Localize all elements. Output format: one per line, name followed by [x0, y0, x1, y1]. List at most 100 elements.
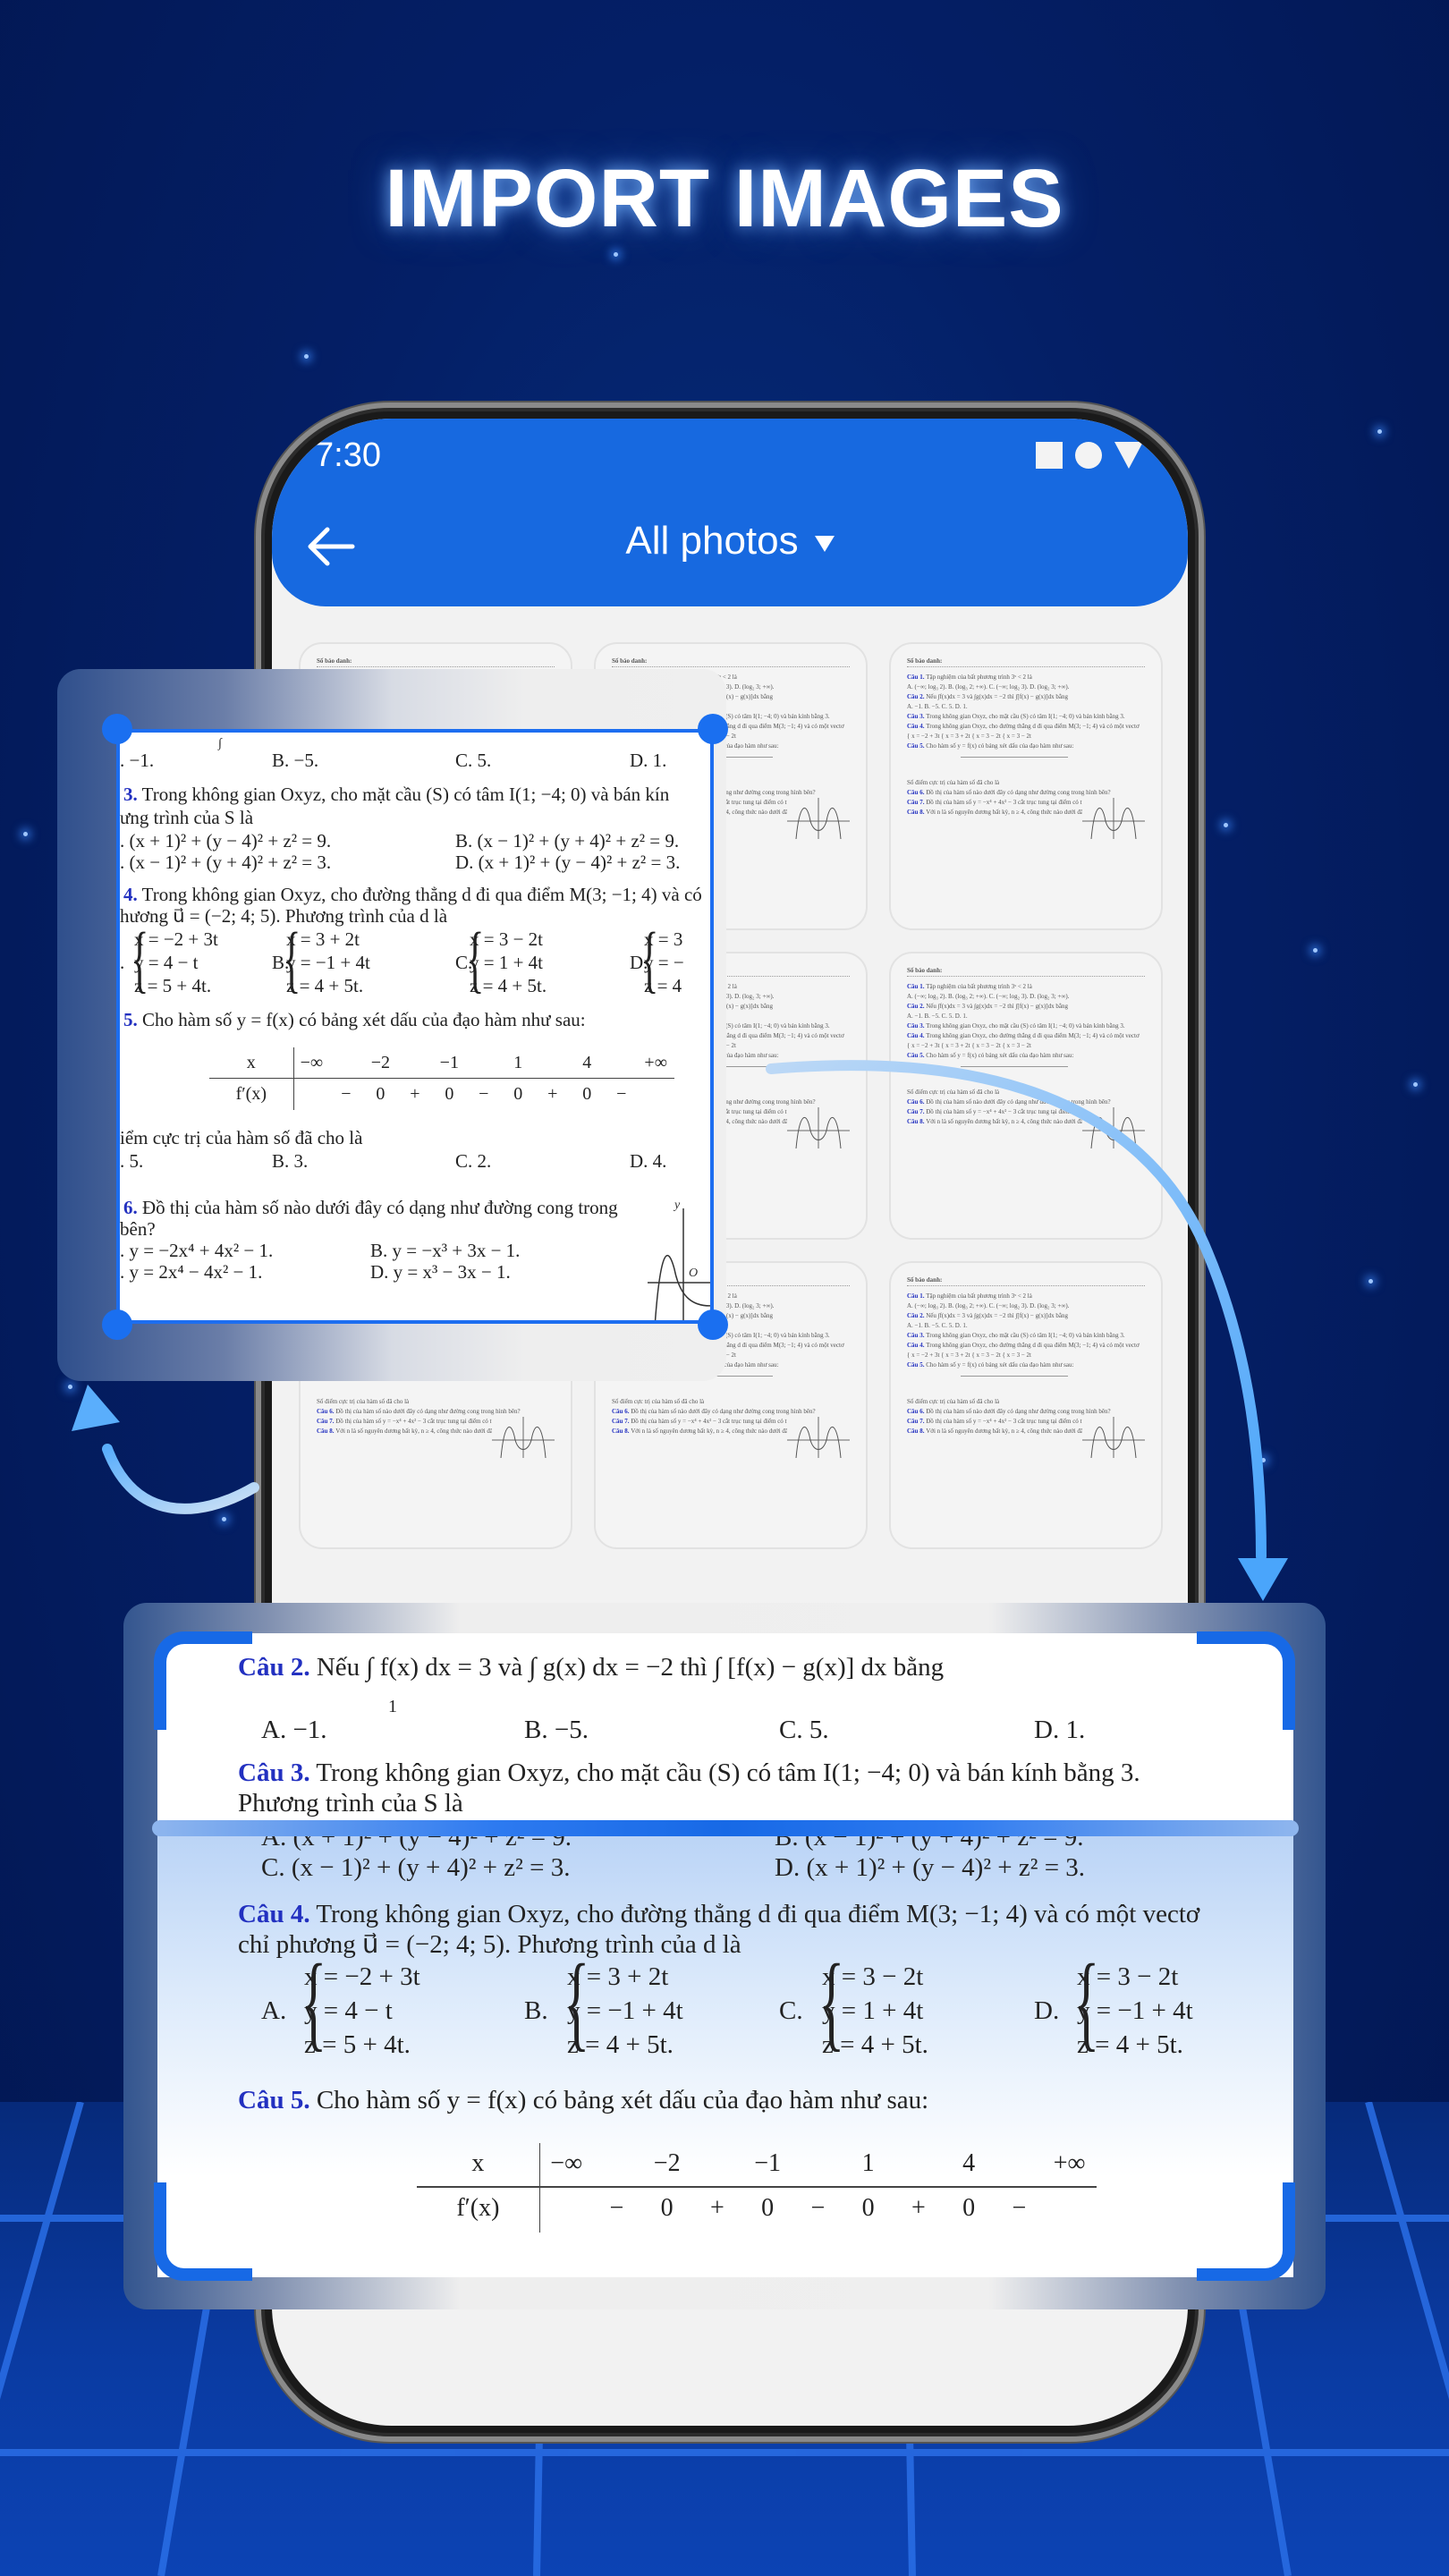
thumbnail-line: Câu 8. Với n là số nguyên dương bất kỳ, … — [317, 1428, 492, 1435]
thumbnail-line: Câu 8. Với n là số nguyên dương bất kỳ, … — [907, 1118, 1082, 1125]
thumbnail-line: Câu 7. Đồ thị của hàm số y = −x⁴ + 4x² −… — [907, 1108, 1082, 1115]
thumbnail-question-label: Câu 2. — [907, 1003, 927, 1010]
thumbnail-header: Số báo danh: — [317, 657, 555, 667]
thumbnail-line: Câu 5. Cho hàm số y = f(x) có bảng xét d… — [907, 742, 1074, 750]
crop-q4-number: 4. — [123, 884, 138, 905]
crop-q3-opt: B. (x − 1)² + (y + 4)² + z² = 9. — [455, 830, 680, 852]
photo-thumbnail[interactable]: Số báo danh: Câu 1. Tập nghiệm của bất ph… — [889, 952, 1163, 1240]
table-divider — [209, 1077, 674, 1080]
table-sign-value: 0 — [513, 1083, 523, 1104]
thumbnail-question-label: Câu 8. — [907, 809, 927, 816]
crop-q2-opt: . −1. — [120, 750, 155, 771]
thumbnail-line: Câu 7. Đồ thị của hàm số y = −x⁴ + 4x² −… — [317, 1418, 492, 1425]
table-x-value: 1 — [861, 2149, 875, 2177]
crop-handle-bottom-left[interactable] — [102, 1309, 132, 1340]
equation-line: x = −2 + 3t — [134, 928, 218, 950]
thumbnail-graph — [787, 1107, 850, 1149]
table-sign-value: − — [341, 1083, 352, 1104]
crop-handle-top-left[interactable] — [102, 714, 132, 744]
equation-line: x = 3 + 2t — [567, 1962, 669, 1991]
crop-handle-bottom-right[interactable] — [698, 1309, 728, 1340]
thumbnail-question-label: Câu 1. — [907, 1292, 927, 1300]
table-x-value: −2 — [653, 2149, 681, 2177]
scan-corner-top-right[interactable] — [1197, 1631, 1295, 1730]
crop-q4-text: Trong không gian Oxyz, cho đường thẳng d… — [141, 884, 702, 905]
table-sign-value: + — [547, 1083, 558, 1104]
crop-handle-top-right[interactable] — [698, 714, 728, 744]
scan-corner-top-left[interactable] — [154, 1631, 252, 1730]
equation-line: y = 4 − t — [304, 1996, 393, 2025]
table-divider — [417, 2186, 1097, 2188]
table-x-value: −2 — [370, 1052, 390, 1072]
thumbnail-line: Câu 4. Trong không gian Oxyz, cho đường … — [907, 723, 1140, 730]
equation-line: z = 4 + 5t. — [822, 2030, 928, 2059]
status-icons — [1036, 442, 1143, 469]
thumbnail-line: Câu 7. Đồ thị của hàm số y = −x⁴ + 4x² −… — [907, 799, 1082, 806]
thumbnail-question-label: Câu 1. — [907, 674, 927, 681]
thumbnail-line: Số điểm cực trị của hàm số đã cho là — [907, 1089, 1000, 1096]
table-sign-value: + — [911, 2194, 926, 2222]
thumbnail-sign-table — [961, 1376, 1068, 1392]
table-x-value: −1 — [439, 1052, 459, 1072]
thumbnail-line: Câu 1. Tập nghiệm của bất phương trình 3… — [907, 983, 1032, 990]
photo-thumbnail[interactable]: Số báo danh: Câu 1. Tập nghiệm của bất ph… — [889, 1261, 1163, 1549]
equation-line: x = −2 + 3t — [304, 1962, 420, 1991]
thumbnail-line: Câu 6. Đồ thị của hàm số nào dưới đây có… — [317, 1408, 521, 1415]
table-x-value: −∞ — [550, 2149, 583, 2177]
caret-down-icon — [814, 536, 835, 552]
thumbnail-line: Câu 3. Trong không gian Oxyz, cho mặt cầ… — [907, 1022, 1125, 1030]
thumbnail-line: Số điểm cực trị của hàm số đã cho là — [317, 1398, 410, 1405]
table-x-value: 4 — [962, 2149, 976, 2177]
table-sign-value: 0 — [376, 1083, 386, 1104]
table-x-value: +∞ — [644, 1052, 667, 1072]
photo-thumbnail[interactable]: Số báo danh: Câu 1. Tập nghiệm của bất ph… — [889, 642, 1163, 930]
table-x-value: −∞ — [300, 1052, 324, 1072]
option-label: C. — [779, 1996, 803, 2025]
star-decoration — [68, 1385, 72, 1389]
thumbnail-line: Câu 2. Nếu ∫f(x)dx = 3 và ∫g(x)dx = −2 t… — [907, 693, 1068, 700]
thumbnail-question-label: Câu 8. — [907, 1428, 927, 1435]
scan-q4-label: Câu 4. — [238, 1900, 310, 1928]
equation-line: x = 3 − 2t — [470, 928, 544, 950]
table-sign-value: − — [1012, 2194, 1027, 2222]
scan-q2-text: Nếu ∫ f(x) dx = 3 và ∫ g(x) dx = −2 thì … — [316, 1653, 945, 1682]
thumbnail-line: A. −1. B. −5. C. 5. D. 1. — [907, 1013, 968, 1020]
table-sign-value: 0 — [445, 1083, 454, 1104]
scan-q5-text: Cho hàm số y = f(x) có bảng xét dấu của … — [316, 2086, 929, 2114]
equation-line: z = 4 + 5t. — [286, 975, 364, 996]
thumbnail-header: Số báo danh: — [907, 966, 1145, 977]
thumbnail-line: Câu 2. Nếu ∫f(x)dx = 3 và ∫g(x)dx = −2 t… — [907, 1312, 1068, 1319]
thumbnail-line: Câu 3. Trong không gian Oxyz, cho mặt cầ… — [907, 713, 1125, 720]
thumbnail-question-label: Câu 5. — [907, 1361, 927, 1368]
graph-y-label: y — [673, 1199, 681, 1212]
table-sign-value: 0 — [660, 2194, 674, 2222]
scan-q3-text: Trong không gian Oxyz, cho mặt cầu (S) c… — [316, 1758, 1140, 1787]
thumbnail-line: Câu 1. Tập nghiệm của bất phương trình 3… — [907, 1292, 1032, 1300]
star-decoration — [222, 1517, 226, 1521]
star-decoration — [1313, 948, 1318, 953]
thumbnail-question-label: Câu 6. — [612, 1408, 631, 1415]
crop-q6-text: Đồ thị của hàm số nào dưới đây có dạng n… — [142, 1197, 618, 1218]
thumbnail-line: A. −1. B. −5. C. 5. D. 1. — [907, 703, 968, 710]
sign-table: x f′(x) −∞ −2 −1 1 4 +∞ −0 +0−0 +0− — [209, 1047, 674, 1110]
album-dropdown[interactable]: All photos — [272, 519, 1188, 564]
thumbnail-question-label: Câu 6. — [907, 1098, 927, 1106]
thumbnail-line: Câu 6. Đồ thị của hàm số nào dưới đây có… — [612, 1408, 816, 1415]
scan-q4-text: Trong không gian Oxyz, cho đường thẳng d… — [316, 1900, 1200, 1928]
app-bar: 7:30 All photos — [272, 419, 1188, 606]
thumbnail-question-label: Câu 5. — [907, 742, 927, 750]
scan-corner-bottom-left[interactable] — [154, 2182, 252, 2281]
scan-corner-bottom-right[interactable] — [1197, 2182, 1295, 2281]
crop-q5-text: Cho hàm số y = f(x) có bảng xét dấu của … — [142, 1009, 586, 1030]
crop-q3-opt: . (x + 1)² + (y − 4)² + z² = 9. — [120, 830, 332, 852]
crop-q6-opt: D. y = x³ − 3x − 1. — [370, 1261, 511, 1283]
crop-q5-opt: C. 2. — [455, 1150, 492, 1172]
table-x-value: 4 — [582, 1052, 592, 1072]
table-sign-value: − — [616, 1083, 627, 1104]
star-decoration — [1368, 1279, 1373, 1284]
scan-q2-opt: C. 5. — [779, 1716, 829, 1744]
thumbnail-line: Câu 3. Trong không gian Oxyz, cho mặt cầ… — [907, 1332, 1125, 1339]
thumbnail-line: Số điểm cực trị của hàm số đã cho là — [907, 1398, 1000, 1405]
thumbnail-question-label: Câu 7. — [907, 799, 927, 806]
thumbnail-question-label: Câu 6. — [317, 1408, 336, 1415]
